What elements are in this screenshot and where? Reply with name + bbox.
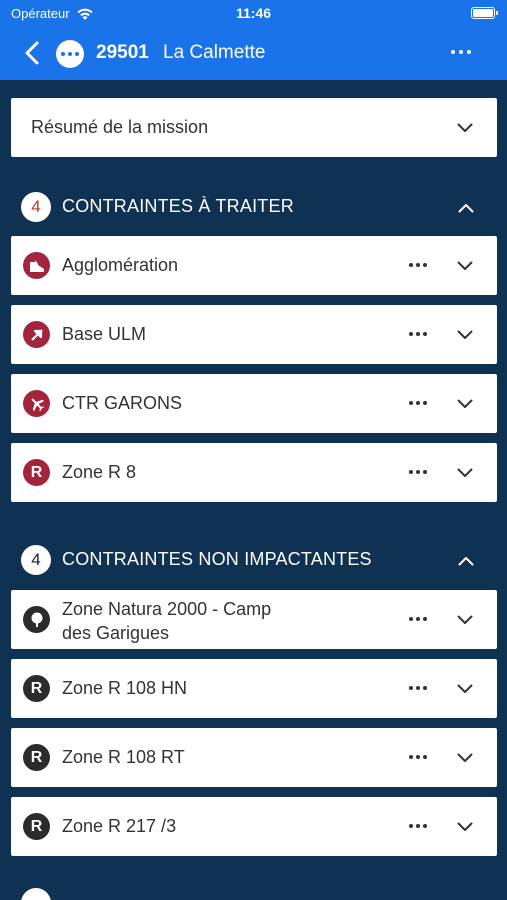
- ulm-icon: [23, 321, 50, 348]
- constraint-label-line2: des Garigues: [62, 623, 170, 643]
- section-title: CONTRAINTES NON IMPACTANTES: [62, 549, 372, 569]
- mission-id: 29501: [96, 42, 149, 63]
- more-options-icon[interactable]: [409, 470, 429, 475]
- chevron-down-icon[interactable]: [457, 615, 473, 625]
- next-section-badge: [21, 888, 51, 900]
- mission-status-icon[interactable]: [56, 40, 84, 68]
- more-options-icon[interactable]: [409, 332, 429, 337]
- more-options-icon[interactable]: [409, 263, 429, 268]
- section-header-non-impacting[interactable]: 4 CONTRAINTES NON IMPACTANTES: [0, 536, 507, 586]
- constraint-item[interactable]: R Zone R 108 RT: [11, 728, 497, 787]
- section-count-badge: 4: [21, 192, 51, 222]
- more-options-icon[interactable]: [409, 686, 429, 691]
- chevron-down-icon[interactable]: [457, 684, 473, 694]
- constraint-item[interactable]: Zone Natura 2000 - Camp des Garigues: [11, 590, 497, 649]
- mission-summary-label: Résumé de la mission: [31, 117, 209, 137]
- chevron-up-icon[interactable]: [458, 556, 474, 566]
- more-options-icon[interactable]: [409, 401, 429, 406]
- constraint-label: CTR GARONS: [62, 393, 183, 413]
- restricted-zone-icon: R: [23, 744, 50, 771]
- more-options-icon[interactable]: [451, 46, 475, 58]
- restricted-zone-icon: R: [23, 459, 50, 486]
- constraint-item[interactable]: CTR GARONS: [11, 374, 497, 433]
- battery-icon: [471, 7, 498, 19]
- constraint-label: Zone Natura 2000 - Camp des Garigues: [62, 597, 332, 645]
- chevron-down-icon[interactable]: [457, 753, 473, 763]
- more-options-icon[interactable]: [409, 617, 429, 622]
- airplane-icon: [23, 390, 50, 417]
- restricted-zone-icon: R: [23, 675, 50, 702]
- constraint-label: Zone R 108 HN: [62, 678, 188, 698]
- agglomeration-icon: [23, 252, 50, 279]
- constraint-item[interactable]: Base ULM: [11, 305, 497, 364]
- chevron-down-icon[interactable]: [457, 123, 473, 133]
- section-count-badge: 4: [21, 545, 51, 575]
- constraint-item[interactable]: R Zone R 217 /3: [11, 797, 497, 856]
- constraint-item[interactable]: Agglomération: [11, 236, 497, 295]
- chevron-down-icon[interactable]: [457, 261, 473, 271]
- status-bar: Opérateur 11:46: [0, 0, 507, 28]
- constraint-label: Zone R 8: [62, 462, 137, 482]
- constraint-label: Zone R 217 /3: [62, 816, 177, 836]
- restricted-zone-icon: R: [23, 813, 50, 840]
- chevron-down-icon[interactable]: [457, 822, 473, 832]
- constraint-label: Zone R 108 RT: [62, 747, 185, 767]
- mission-screen: Opérateur 11:46 29501 La Calmette Résumé…: [0, 0, 507, 900]
- mission-summary-card[interactable]: Résumé de la mission: [11, 98, 497, 157]
- constraint-label: Agglomération: [62, 255, 179, 275]
- section-header-to-process[interactable]: 4 CONTRAINTES À TRAITER: [0, 183, 507, 233]
- more-options-icon[interactable]: [409, 755, 429, 760]
- constraint-item[interactable]: R Zone R 108 HN: [11, 659, 497, 718]
- chevron-down-icon[interactable]: [457, 468, 473, 478]
- tree-icon: [23, 606, 50, 633]
- section-title: CONTRAINTES À TRAITER: [62, 196, 294, 216]
- mission-name: La Calmette: [163, 42, 266, 63]
- chevron-down-icon[interactable]: [457, 330, 473, 340]
- app-header: Opérateur 11:46 29501 La Calmette: [0, 0, 507, 80]
- chevron-up-icon[interactable]: [458, 203, 474, 213]
- clock: 11:46: [235, 5, 272, 21]
- chevron-down-icon[interactable]: [457, 399, 473, 409]
- back-icon[interactable]: [22, 40, 42, 66]
- nav-bar: 29501 La Calmette: [0, 32, 507, 74]
- more-options-icon[interactable]: [409, 824, 429, 829]
- constraint-item[interactable]: R Zone R 8: [11, 443, 497, 502]
- constraint-label-line1: Zone Natura 2000 - Camp: [62, 599, 272, 619]
- constraint-label: Base ULM: [62, 324, 147, 344]
